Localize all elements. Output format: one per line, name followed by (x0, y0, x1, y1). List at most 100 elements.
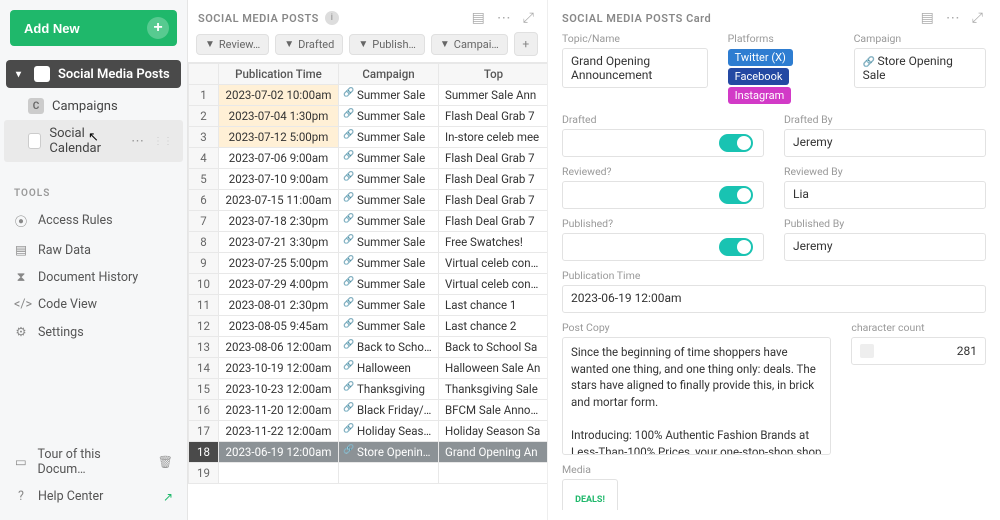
field-published-by[interactable]: Jeremy (784, 233, 986, 261)
cell-publication-time[interactable]: 2023-10-23 12:00am (219, 379, 339, 400)
cell-campaign[interactable]: Summer Sale (339, 316, 439, 337)
cell-rownum[interactable]: 16 (189, 400, 219, 421)
cell-rownum[interactable]: 7 (189, 211, 219, 232)
media-thumbnail[interactable]: DEALS! (562, 479, 618, 510)
cell-rownum[interactable]: 15 (189, 379, 219, 400)
col-publication-time[interactable]: Publication Time (219, 64, 339, 85)
cell-topic[interactable]: Virtual celeb consu (439, 274, 548, 295)
nav-root-social-media-posts[interactable]: ▾ Social Media Posts (6, 60, 181, 88)
table-row[interactable]: 62023-07-15 11:00amSummer SaleFlash Deal… (189, 190, 548, 211)
cell-publication-time[interactable]: 2023-07-21 3:30pm (219, 232, 339, 253)
cell-publication-time[interactable] (219, 463, 339, 484)
table-row[interactable]: 42023-07-06 9:00amSummer SaleFlash Deal … (189, 148, 548, 169)
cell-campaign[interactable]: Summer Sale (339, 169, 439, 190)
cell-publication-time[interactable]: 2023-07-29 4:00pm (219, 274, 339, 295)
cell-topic[interactable]: Last chance 1 (439, 295, 548, 316)
cell-campaign[interactable]: Summer Sale (339, 232, 439, 253)
cell-campaign[interactable]: Back to School (339, 337, 439, 358)
table-row[interactable]: 182023-06-19 12:00amStore Opening…Grand … (189, 442, 548, 463)
cell-topic[interactable] (439, 463, 548, 484)
cell-rownum[interactable]: 8 (189, 232, 219, 253)
cell-publication-time[interactable]: 2023-07-06 9:00am (219, 148, 339, 169)
cell-rownum[interactable]: 13 (189, 337, 219, 358)
col-rownum[interactable] (189, 64, 219, 85)
table-row[interactable]: 72023-07-18 2:30pmSummer SaleFlash Deal … (189, 211, 548, 232)
filter-review[interactable]: ▼Review… (196, 34, 269, 55)
cell-topic[interactable]: Flash Deal Grab 7 (439, 148, 548, 169)
table-row[interactable]: 22023-07-04 1:30pmSummer SaleFlash Deal … (189, 106, 548, 127)
cell-rownum[interactable]: 14 (189, 358, 219, 379)
cell-publication-time[interactable]: 2023-08-05 9:45am (219, 316, 339, 337)
filter-icon[interactable]: ▤ (469, 10, 488, 26)
toggle-published[interactable] (562, 233, 764, 261)
cell-rownum[interactable]: 3 (189, 127, 219, 148)
cell-campaign[interactable]: Black Friday/C… (339, 400, 439, 421)
cell-publication-time[interactable]: 2023-07-18 2:30pm (219, 211, 339, 232)
cell-publication-time[interactable]: 2023-07-02 10:00am (219, 85, 339, 106)
col-topic[interactable]: Top (439, 64, 548, 85)
tool-code-view[interactable]: </>Code View (0, 291, 187, 318)
cell-publication-time[interactable]: 2023-11-20 12:00am (219, 400, 339, 421)
cell-campaign[interactable]: Summer Sale (339, 211, 439, 232)
cell-topic[interactable]: Thanksgiving Sale (439, 379, 548, 400)
more-icon[interactable]: ⋯ (494, 10, 514, 26)
table-row[interactable]: 172023-11-22 12:00amHoliday SeasonHolida… (189, 421, 548, 442)
cell-topic[interactable]: Free Swatches! (439, 232, 548, 253)
tool-settings[interactable]: ⚙Settings (0, 318, 187, 346)
cell-rownum[interactable]: 4 (189, 148, 219, 169)
cell-topic[interactable]: Grand Opening An (439, 442, 548, 463)
cell-campaign[interactable]: Summer Sale (339, 127, 439, 148)
table-row[interactable]: 92023-07-25 5:00pmSummer SaleVirtual cel… (189, 253, 548, 274)
cell-publication-time[interactable]: 2023-07-25 5:00pm (219, 253, 339, 274)
cell-publication-time[interactable]: 2023-08-01 2:30pm (219, 295, 339, 316)
filter-icon[interactable]: ▤ (918, 10, 937, 26)
trash-icon[interactable]: 🗑 (158, 455, 173, 469)
cell-topic[interactable]: Virtual celeb consu (439, 253, 548, 274)
filter-campaign[interactable]: ▼Campai… (431, 34, 508, 55)
cell-campaign[interactable]: Summer Sale (339, 295, 439, 316)
cell-topic[interactable]: Last chance 2 (439, 316, 548, 337)
cell-rownum[interactable]: 6 (189, 190, 219, 211)
cell-topic[interactable]: Halloween Sale An (439, 358, 548, 379)
table-row[interactable]: 32023-07-12 5:00pmSummer SaleIn-store ce… (189, 127, 548, 148)
tool-document-history[interactable]: ⧗Document History (0, 264, 187, 291)
cell-campaign[interactable]: Summer Sale (339, 85, 439, 106)
cell-topic[interactable]: Flash Deal Grab 7 (439, 211, 548, 232)
cell-topic[interactable]: BFCM Sale Announ (439, 400, 548, 421)
cell-topic[interactable]: In-store celeb mee (439, 127, 548, 148)
field-platforms[interactable]: Twitter (X) Facebook Instagram (728, 48, 834, 105)
cell-topic[interactable]: Back to School Sa (439, 337, 548, 358)
cell-publication-time[interactable]: 2023-07-10 9:00am (219, 169, 339, 190)
more-icon[interactable]: ⋯ (943, 10, 963, 26)
cell-topic[interactable]: Summer Sale Ann (439, 85, 548, 106)
cell-rownum[interactable]: 9 (189, 253, 219, 274)
cell-rownum[interactable]: 1 (189, 85, 219, 106)
nav-sub-campaigns[interactable]: C Campaigns (0, 92, 187, 120)
tag-facebook[interactable]: Facebook (728, 68, 790, 85)
table-row[interactable]: 162023-11-20 12:00amBlack Friday/C…BFCM … (189, 400, 548, 421)
field-drafted-by[interactable]: Jeremy (784, 129, 986, 157)
expand-icon[interactable]: ⤢ (969, 10, 986, 26)
cell-rownum[interactable]: 10 (189, 274, 219, 295)
cell-rownum[interactable]: 12 (189, 316, 219, 337)
toggle-reviewed[interactable] (562, 181, 764, 209)
cell-rownum[interactable]: 5 (189, 169, 219, 190)
filter-publish[interactable]: ▼Publish… (349, 34, 425, 55)
cell-publication-time[interactable]: 2023-11-22 12:00am (219, 421, 339, 442)
cell-campaign[interactable]: Halloween (339, 358, 439, 379)
cell-campaign[interactable]: Summer Sale (339, 253, 439, 274)
cell-topic[interactable]: Holiday Season Sa (439, 421, 548, 442)
more-icon[interactable]: ⋯ (131, 134, 145, 149)
cell-rownum[interactable]: 2 (189, 106, 219, 127)
table-row[interactable]: 122023-08-05 9:45amSummer SaleLast chanc… (189, 316, 548, 337)
table-row[interactable]: 152023-10-23 12:00amThanksgivingThanksgi… (189, 379, 548, 400)
cell-campaign[interactable]: Holiday Season (339, 421, 439, 442)
cell-publication-time[interactable]: 2023-10-19 12:00am (219, 358, 339, 379)
cell-publication-time[interactable]: 2023-06-19 12:00am (219, 442, 339, 463)
field-topic[interactable]: Grand Opening Announcement (562, 48, 708, 88)
cell-publication-time[interactable]: 2023-08-06 12:00am (219, 337, 339, 358)
field-post-copy[interactable]: Since the beginning of time shoppers hav… (562, 337, 831, 455)
cell-publication-time[interactable]: 2023-07-04 1:30pm (219, 106, 339, 127)
tool-access-rules[interactable]: ⦿Access Rules (0, 205, 187, 236)
cell-topic[interactable]: Flash Deal Grab 7 (439, 106, 548, 127)
